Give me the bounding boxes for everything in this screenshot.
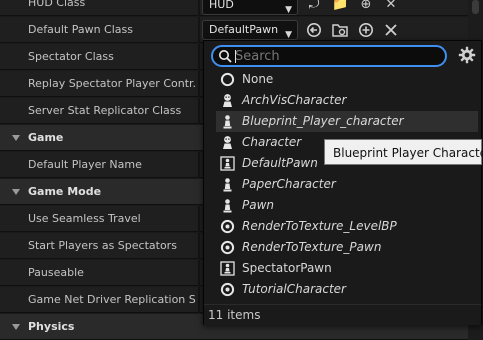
- pawn-framed-icon: [220, 261, 235, 276]
- column-splitter[interactable]: [198, 152, 200, 178]
- browse-back-icon[interactable]: ⤾: [306, 0, 322, 13]
- item-tooltip: Blueprint Player Character: [324, 139, 483, 165]
- list-item-label: Pawn: [242, 198, 275, 212]
- expand-arrow-icon[interactable]: [12, 189, 20, 195]
- list-item-label: TutorialCharacter: [242, 282, 346, 296]
- pawn-icon: [223, 115, 232, 129]
- list-item-label: RenderToTexture_LevelBP: [242, 219, 397, 233]
- pawn-icon: [223, 178, 232, 192]
- property-label: Use Seamless Travel: [28, 212, 141, 225]
- none-circle-icon: [220, 72, 235, 87]
- list-item[interactable]: None: [216, 69, 478, 90]
- scrollbar-thumb[interactable]: [472, 0, 479, 14]
- list-item-label: RenderToTexture_Pawn: [242, 240, 382, 254]
- property-label: Server Stat Replicator Class: [28, 104, 182, 117]
- column-splitter[interactable]: [198, 98, 200, 124]
- expand-arrow-icon[interactable]: [12, 324, 20, 330]
- list-item[interactable]: RenderToTexture_Pawn: [216, 237, 478, 258]
- list-item[interactable]: PaperCharacter: [216, 174, 478, 195]
- list-item[interactable]: TutorialCharacter: [216, 279, 478, 300]
- pawn-framed-icon: [220, 156, 235, 171]
- list-item-label: Character: [242, 135, 302, 149]
- column-splitter[interactable]: [198, 260, 200, 286]
- column-splitter[interactable]: [198, 206, 200, 232]
- list-item-label: ArchVisCharacter: [242, 93, 347, 107]
- browse-asset-icon[interactable]: [332, 22, 348, 38]
- text-cursor: [235, 50, 236, 63]
- property-label: Pauseable: [28, 266, 84, 279]
- column-splitter[interactable]: [198, 17, 200, 43]
- list-item[interactable]: Blueprint_Player_character: [216, 111, 478, 132]
- list-item-label: None: [242, 72, 274, 86]
- column-splitter[interactable]: [198, 287, 200, 313]
- hud-class-value: HUD: [209, 0, 234, 11]
- add-icon[interactable]: ⊕: [358, 0, 374, 13]
- list-item-label: SpectatorPawn: [242, 261, 332, 275]
- default-pawn-class-combo[interactable]: DefaultPawn ▼: [202, 20, 298, 40]
- list-item-label: DefaultPawn: [242, 156, 318, 170]
- pawn-icon: [223, 199, 232, 213]
- property-label: Game Net Driver Replication S...: [28, 293, 196, 306]
- default-pawn-class-value: DefaultPawn: [209, 23, 279, 36]
- column-splitter[interactable]: [198, 71, 200, 97]
- search-icon: [219, 50, 232, 63]
- expand-arrow-icon[interactable]: [12, 135, 20, 141]
- list-item[interactable]: ArchVisCharacter: [216, 90, 478, 111]
- clear-icon[interactable]: [383, 22, 399, 38]
- property-label: Spectator Class: [28, 50, 114, 63]
- column-splitter[interactable]: [198, 233, 200, 259]
- search-box[interactable]: [211, 45, 447, 67]
- property-label: Start Players as Spectators: [28, 239, 177, 252]
- actor-circle-icon: [220, 240, 235, 255]
- browse-folder-icon[interactable]: 📁: [332, 0, 348, 13]
- list-item[interactable]: RenderToTexture_LevelBP: [216, 216, 478, 237]
- column-splitter[interactable]: [198, 0, 200, 16]
- property-label: Physics: [28, 320, 75, 333]
- list-item-label: PaperCharacter: [242, 177, 336, 191]
- chevron-down-icon: ▼: [285, 5, 292, 15]
- clear-icon[interactable]: ✕: [383, 0, 399, 13]
- property-label: Game: [28, 131, 64, 144]
- class-picker-dropdown: None ArchVisCharacter Blueprint_Player_cha…: [203, 40, 482, 325]
- property-label: Default Pawn Class: [28, 23, 133, 36]
- property-label: Game Mode: [28, 185, 102, 198]
- add-icon[interactable]: [358, 22, 374, 38]
- column-splitter[interactable]: [198, 44, 200, 70]
- character-icon: [223, 136, 232, 149]
- chevron-down-icon: ▼: [285, 30, 292, 40]
- item-count-footer: 11 items: [204, 304, 481, 325]
- list-item-label: Blueprint_Player_character: [242, 114, 404, 128]
- property-label: HUD Class: [28, 0, 86, 9]
- gear-icon[interactable]: [458, 46, 476, 64]
- item-count: 11 items: [208, 308, 261, 322]
- character-icon: [223, 94, 232, 107]
- actor-circle-icon: [220, 282, 235, 297]
- hud-class-combo[interactable]: HUD ▼: [202, 0, 298, 15]
- list-item[interactable]: Pawn: [216, 195, 478, 216]
- list-item[interactable]: SpectatorPawn: [216, 258, 478, 279]
- property-label: Default Player Name: [28, 158, 142, 171]
- property-label: Replay Spectator Player Contr...: [28, 77, 196, 90]
- use-selected-icon[interactable]: [306, 22, 322, 38]
- search-input[interactable]: [235, 48, 435, 65]
- actor-circle-icon: [220, 219, 235, 234]
